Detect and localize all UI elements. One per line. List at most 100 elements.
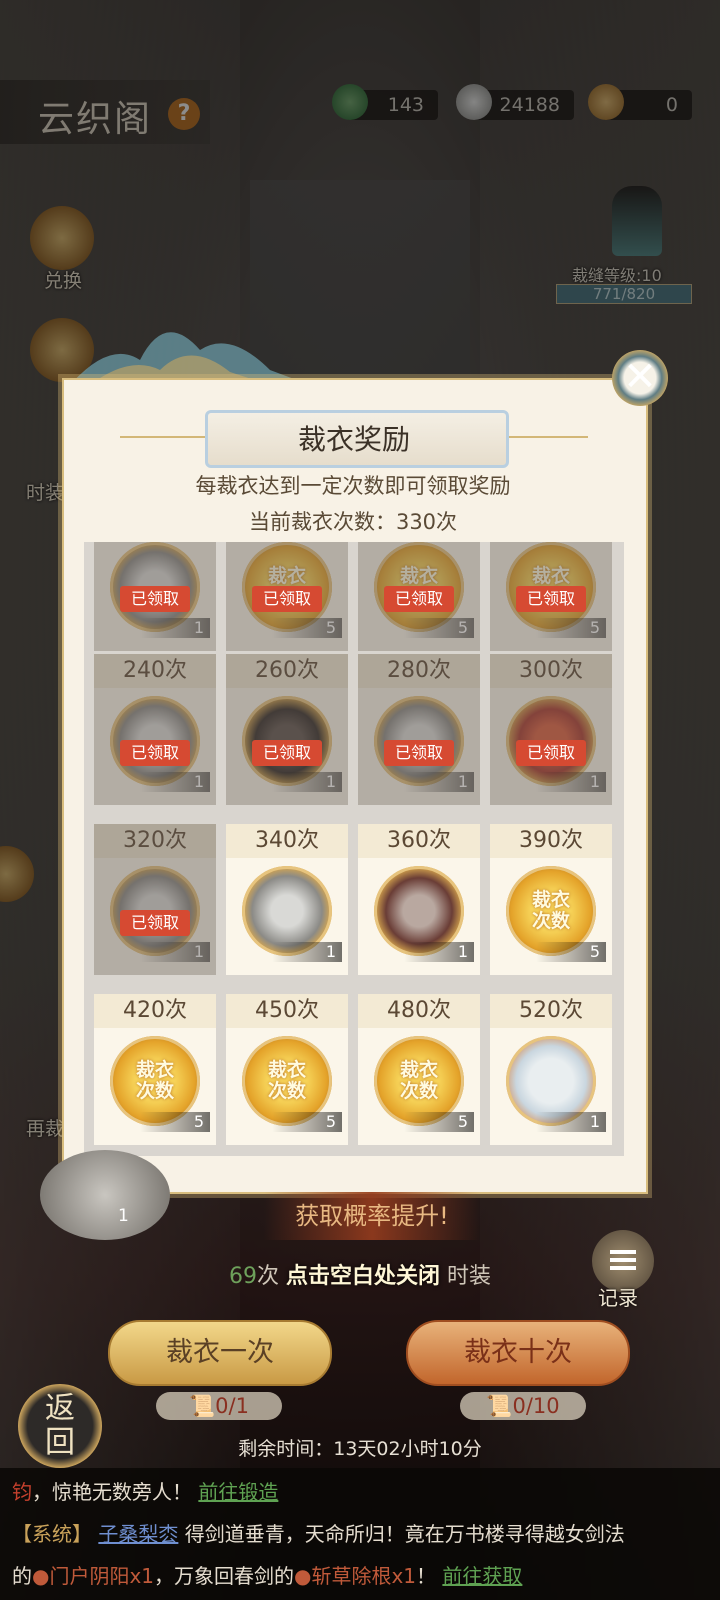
scroll-icon: 📜 xyxy=(486,1394,513,1418)
chat-line-3: 的●门户阴阳x1，万象回春剑的●斩草除根x1！ 前往获取 xyxy=(12,1560,522,1589)
reward-cell[interactable]: 320次 1 已领取 xyxy=(94,824,216,975)
record-label[interactable]: 记录 xyxy=(598,1282,638,1311)
reward-cell[interactable]: 420次裁衣 次数 5 xyxy=(94,994,216,1145)
claimed-badge: 已领取 xyxy=(384,586,454,612)
chat-item-2: 斩草除根x1 xyxy=(311,1564,417,1588)
modal-title: 裁衣奖励 xyxy=(297,423,410,456)
reward-threshold: 390次 xyxy=(490,824,612,858)
tailor-once-button[interactable]: 裁衣一次 xyxy=(108,1320,332,1386)
back-label-1: 返 xyxy=(45,1391,75,1426)
remaining-count: 69 xyxy=(228,1264,257,1289)
claimed-badge: 已领取 xyxy=(252,740,322,766)
reward-cell[interactable]: 260次 1 已领取 xyxy=(226,654,348,805)
item-icon: ● xyxy=(32,1564,50,1588)
claimed-badge: 已领取 xyxy=(252,586,322,612)
modal-description: 每裁衣达到一定次数即可领取奖励 xyxy=(195,474,511,498)
token-text-line-1: 裁衣 xyxy=(399,1059,438,1081)
close-hint: 点击空白处关闭 xyxy=(285,1264,440,1289)
reward-threshold: 360次 xyxy=(358,824,480,858)
tailor-count-token-text: 裁衣次数 xyxy=(374,1060,464,1102)
tailor-count-token-text: 裁衣次数 xyxy=(242,1060,332,1102)
reward-threshold: 480次 xyxy=(358,994,480,1028)
tailor-once-cost-value: 0/1 xyxy=(215,1394,249,1418)
mountain-decoration xyxy=(70,332,310,385)
tailor-count-token-text: 裁衣次数 xyxy=(506,890,596,932)
tailor-ten-button[interactable]: 裁衣十次 xyxy=(406,1320,630,1386)
chat-text: 的 xyxy=(12,1564,32,1588)
reward-quantity: 5 xyxy=(140,1112,210,1132)
reward-grid[interactable]: 1已领取裁衣次数5已领取裁衣次数5已领取裁衣次数5已领取240次1已领取260次… xyxy=(84,542,624,1156)
tailor-count-token-text: 裁衣次数 xyxy=(110,1060,200,1102)
reward-cell[interactable]: 300次 1 已领取 xyxy=(490,654,612,805)
reward-quantity: 1 xyxy=(536,1112,606,1132)
token-text-line-1: 裁衣 xyxy=(531,889,570,911)
chat-text: ，万象回春剑的 xyxy=(154,1564,295,1588)
item-icon: ● xyxy=(294,1564,312,1588)
reward-cell[interactable]: 390次裁衣 次数 5 xyxy=(490,824,612,975)
reward-threshold: 340次 xyxy=(226,824,348,858)
chat-line-1: 钧，惊艳无数旁人！ 前往锻造 xyxy=(12,1476,278,1505)
reward-threshold: 450次 xyxy=(226,994,348,1028)
chat-text: ！ xyxy=(416,1564,437,1588)
token-text-line-1: 裁衣 xyxy=(267,1059,306,1081)
reward-cell[interactable]: 240次 1 已领取 xyxy=(94,654,216,805)
token-text-line-2: 次数 xyxy=(267,1080,306,1102)
token-text-line-1: 裁衣 xyxy=(135,1059,174,1081)
reward-quantity: 1 xyxy=(404,942,474,962)
chat-line-2: 【系统】 子桑梨枩 得剑道垂青，天命所归！竟在万书楼寻得越女剑法 xyxy=(12,1518,625,1547)
reward-cell[interactable]: 裁衣次数5已领取 xyxy=(358,542,480,651)
claimed-overlay xyxy=(94,824,216,975)
count-unit: 次 xyxy=(256,1264,279,1289)
probability-banner: 获取概率提升! xyxy=(264,1192,480,1240)
title-deco-left xyxy=(120,436,212,438)
claimed-overlay xyxy=(358,654,480,805)
title-deco-right xyxy=(496,436,588,438)
chat-text: ，惊艳无数旁人！ xyxy=(32,1480,192,1504)
reward-cell[interactable]: 480次裁衣 次数 5 xyxy=(358,994,480,1145)
fashion-suffix: 时装 xyxy=(447,1264,492,1289)
tailor-ten-cost-value: 0/10 xyxy=(512,1394,560,1418)
claimed-overlay xyxy=(226,654,348,805)
player-name-link[interactable]: 子桑梨枩 xyxy=(98,1522,178,1546)
claimed-overlay xyxy=(94,654,216,805)
reward-quantity: 1 xyxy=(272,942,342,962)
token-text-line-2: 次数 xyxy=(399,1080,438,1102)
reward-quantity: 5 xyxy=(404,1112,474,1132)
forge-link[interactable]: 前往锻造 xyxy=(198,1480,278,1504)
tailor-ten-cost: 📜0/10 xyxy=(460,1392,586,1420)
remaining-time: 剩余时间：13天02小时10分 xyxy=(238,1438,482,1460)
scroll-icon: 📜 xyxy=(189,1394,216,1418)
reward-cell[interactable]: 360次 1 xyxy=(358,824,480,975)
reward-threshold: 520次 xyxy=(490,994,612,1028)
behind-reward-icon xyxy=(40,1150,170,1240)
token-text-line-2: 次数 xyxy=(531,910,570,932)
reward-cell[interactable]: 450次裁衣 次数 5 xyxy=(226,994,348,1145)
reward-quantity: 5 xyxy=(272,1112,342,1132)
reward-threshold: 420次 xyxy=(94,994,216,1028)
system-tag: 【系统】 xyxy=(12,1522,92,1546)
claimed-badge: 已领取 xyxy=(516,586,586,612)
behind-reward-qty: 1 xyxy=(118,1206,129,1226)
reward-quantity: 5 xyxy=(536,942,606,962)
reward-cell[interactable]: 280次 1 已领取 xyxy=(358,654,480,805)
close-icon[interactable]: ✕ xyxy=(612,350,668,406)
reward-cell[interactable]: 340次 1 xyxy=(226,824,348,975)
obtain-link[interactable]: 前往获取 xyxy=(442,1564,522,1588)
chat-item-1: 门户阴阳x1 xyxy=(49,1564,155,1588)
chat-text: 得剑道垂青，天命所归！竟在万书楼寻得越女剑法 xyxy=(184,1522,625,1546)
claimed-badge: 已领取 xyxy=(120,910,190,936)
claimed-badge: 已领取 xyxy=(384,740,454,766)
tailor-once-cost: 📜0/1 xyxy=(156,1392,282,1420)
reward-cell[interactable]: 520次 1 xyxy=(490,994,612,1145)
claimed-badge: 已领取 xyxy=(120,586,190,612)
reward-cell[interactable]: 裁衣次数5已领取 xyxy=(226,542,348,651)
current-count: 当前裁衣次数：330次 xyxy=(248,510,458,534)
reward-cell[interactable]: 裁衣次数5已领取 xyxy=(490,542,612,651)
chat-item-name: 钧 xyxy=(12,1480,32,1504)
claimed-badge: 已领取 xyxy=(120,740,190,766)
claimed-badge: 已领取 xyxy=(516,740,586,766)
chat-log: 钧，惊艳无数旁人！ 前往锻造 【系统】 子桑梨枩 得剑道垂青，天命所归！竟在万书… xyxy=(0,1468,720,1600)
token-text-line-2: 次数 xyxy=(135,1080,174,1102)
reward-cell[interactable]: 1 已领取 xyxy=(94,542,216,651)
claimed-overlay xyxy=(490,654,612,805)
